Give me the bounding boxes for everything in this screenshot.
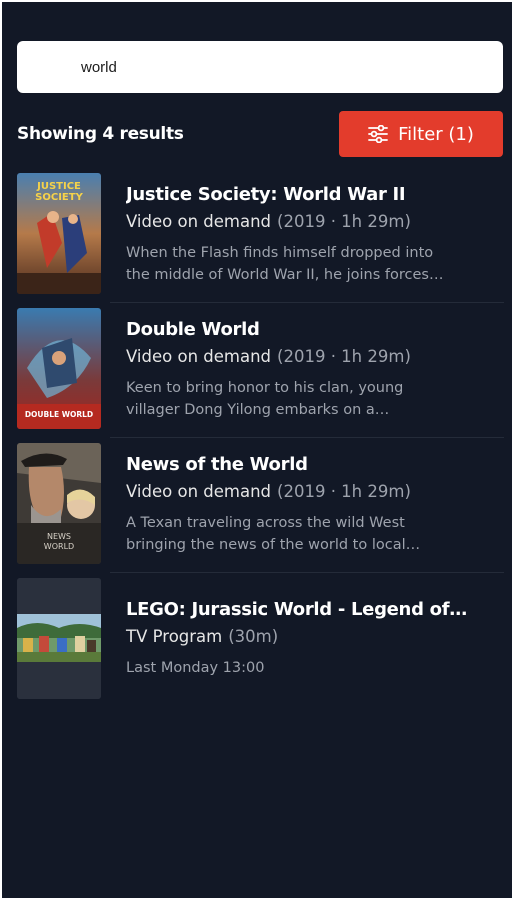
- divider: [110, 437, 504, 438]
- item-desc-line2: villager Dong Yilong embarks on a…: [126, 402, 390, 418]
- item-type: Video on demand: [126, 212, 272, 231]
- item-title: Justice Society: World War II: [126, 184, 406, 205]
- item-title: LEGO: Jurassic World - Legend of …: [126, 599, 471, 620]
- item-desc-line2: the middle of World War II, he joins for…: [126, 267, 444, 283]
- item-airtime: Last Monday 13:00: [126, 660, 265, 676]
- poster-news-of-the-world: NEWS WORLD: [17, 443, 101, 564]
- item-detail: (2019 · 1h 29m): [277, 212, 411, 231]
- poster-justice-society: JUSTICE SOCIETY: [17, 173, 101, 294]
- item-meta: Video on demand (2019 · 1h 29m): [126, 347, 411, 366]
- item-type: Video on demand: [126, 482, 272, 501]
- divider: [110, 572, 504, 573]
- filter-button[interactable]: Filter (1): [339, 111, 503, 157]
- svg-text:NEWS: NEWS: [47, 532, 71, 541]
- poster-double-world: DOUBLE WORLD: [17, 308, 101, 429]
- item-type: Video on demand: [126, 347, 272, 366]
- item-detail: (2019 · 1h 29m): [277, 482, 411, 501]
- item-detail: (2019 · 1h 29m): [277, 347, 411, 366]
- item-meta: Video on demand (2019 · 1h 29m): [126, 212, 411, 231]
- app-screen: Showing 4 results Filter (1): [2, 2, 512, 898]
- divider: [110, 302, 504, 303]
- item-meta: TV Program (30m): [126, 627, 278, 646]
- search-input[interactable]: [81, 55, 481, 79]
- thumbnail-lego-jurassic-world: [17, 578, 101, 699]
- svg-text:DOUBLE WORLD: DOUBLE WORLD: [25, 410, 93, 419]
- svg-text:SOCIETY: SOCIETY: [35, 192, 83, 203]
- results-count: Showing 4 results: [17, 124, 184, 144]
- item-type: TV Program: [126, 627, 223, 646]
- search-bar[interactable]: [17, 41, 503, 93]
- item-desc-line1: When the Flash finds himself dropped int…: [126, 245, 434, 261]
- filter-label: Filter (1): [398, 123, 474, 145]
- item-detail: (30m): [228, 627, 279, 646]
- item-desc-line1: Keen to bring honor to his clan, young: [126, 380, 404, 396]
- svg-text:JUSTICE: JUSTICE: [36, 181, 81, 192]
- item-title: News of the World: [126, 454, 308, 475]
- svg-text:WORLD: WORLD: [44, 542, 74, 551]
- item-desc-line1: A Texan traveling across the wild West: [126, 515, 405, 531]
- item-meta: Video on demand (2019 · 1h 29m): [126, 482, 411, 501]
- sliders-icon: [368, 125, 388, 143]
- item-title: Double World: [126, 319, 260, 340]
- item-desc-line2: bringing the news of the world to local…: [126, 537, 421, 553]
